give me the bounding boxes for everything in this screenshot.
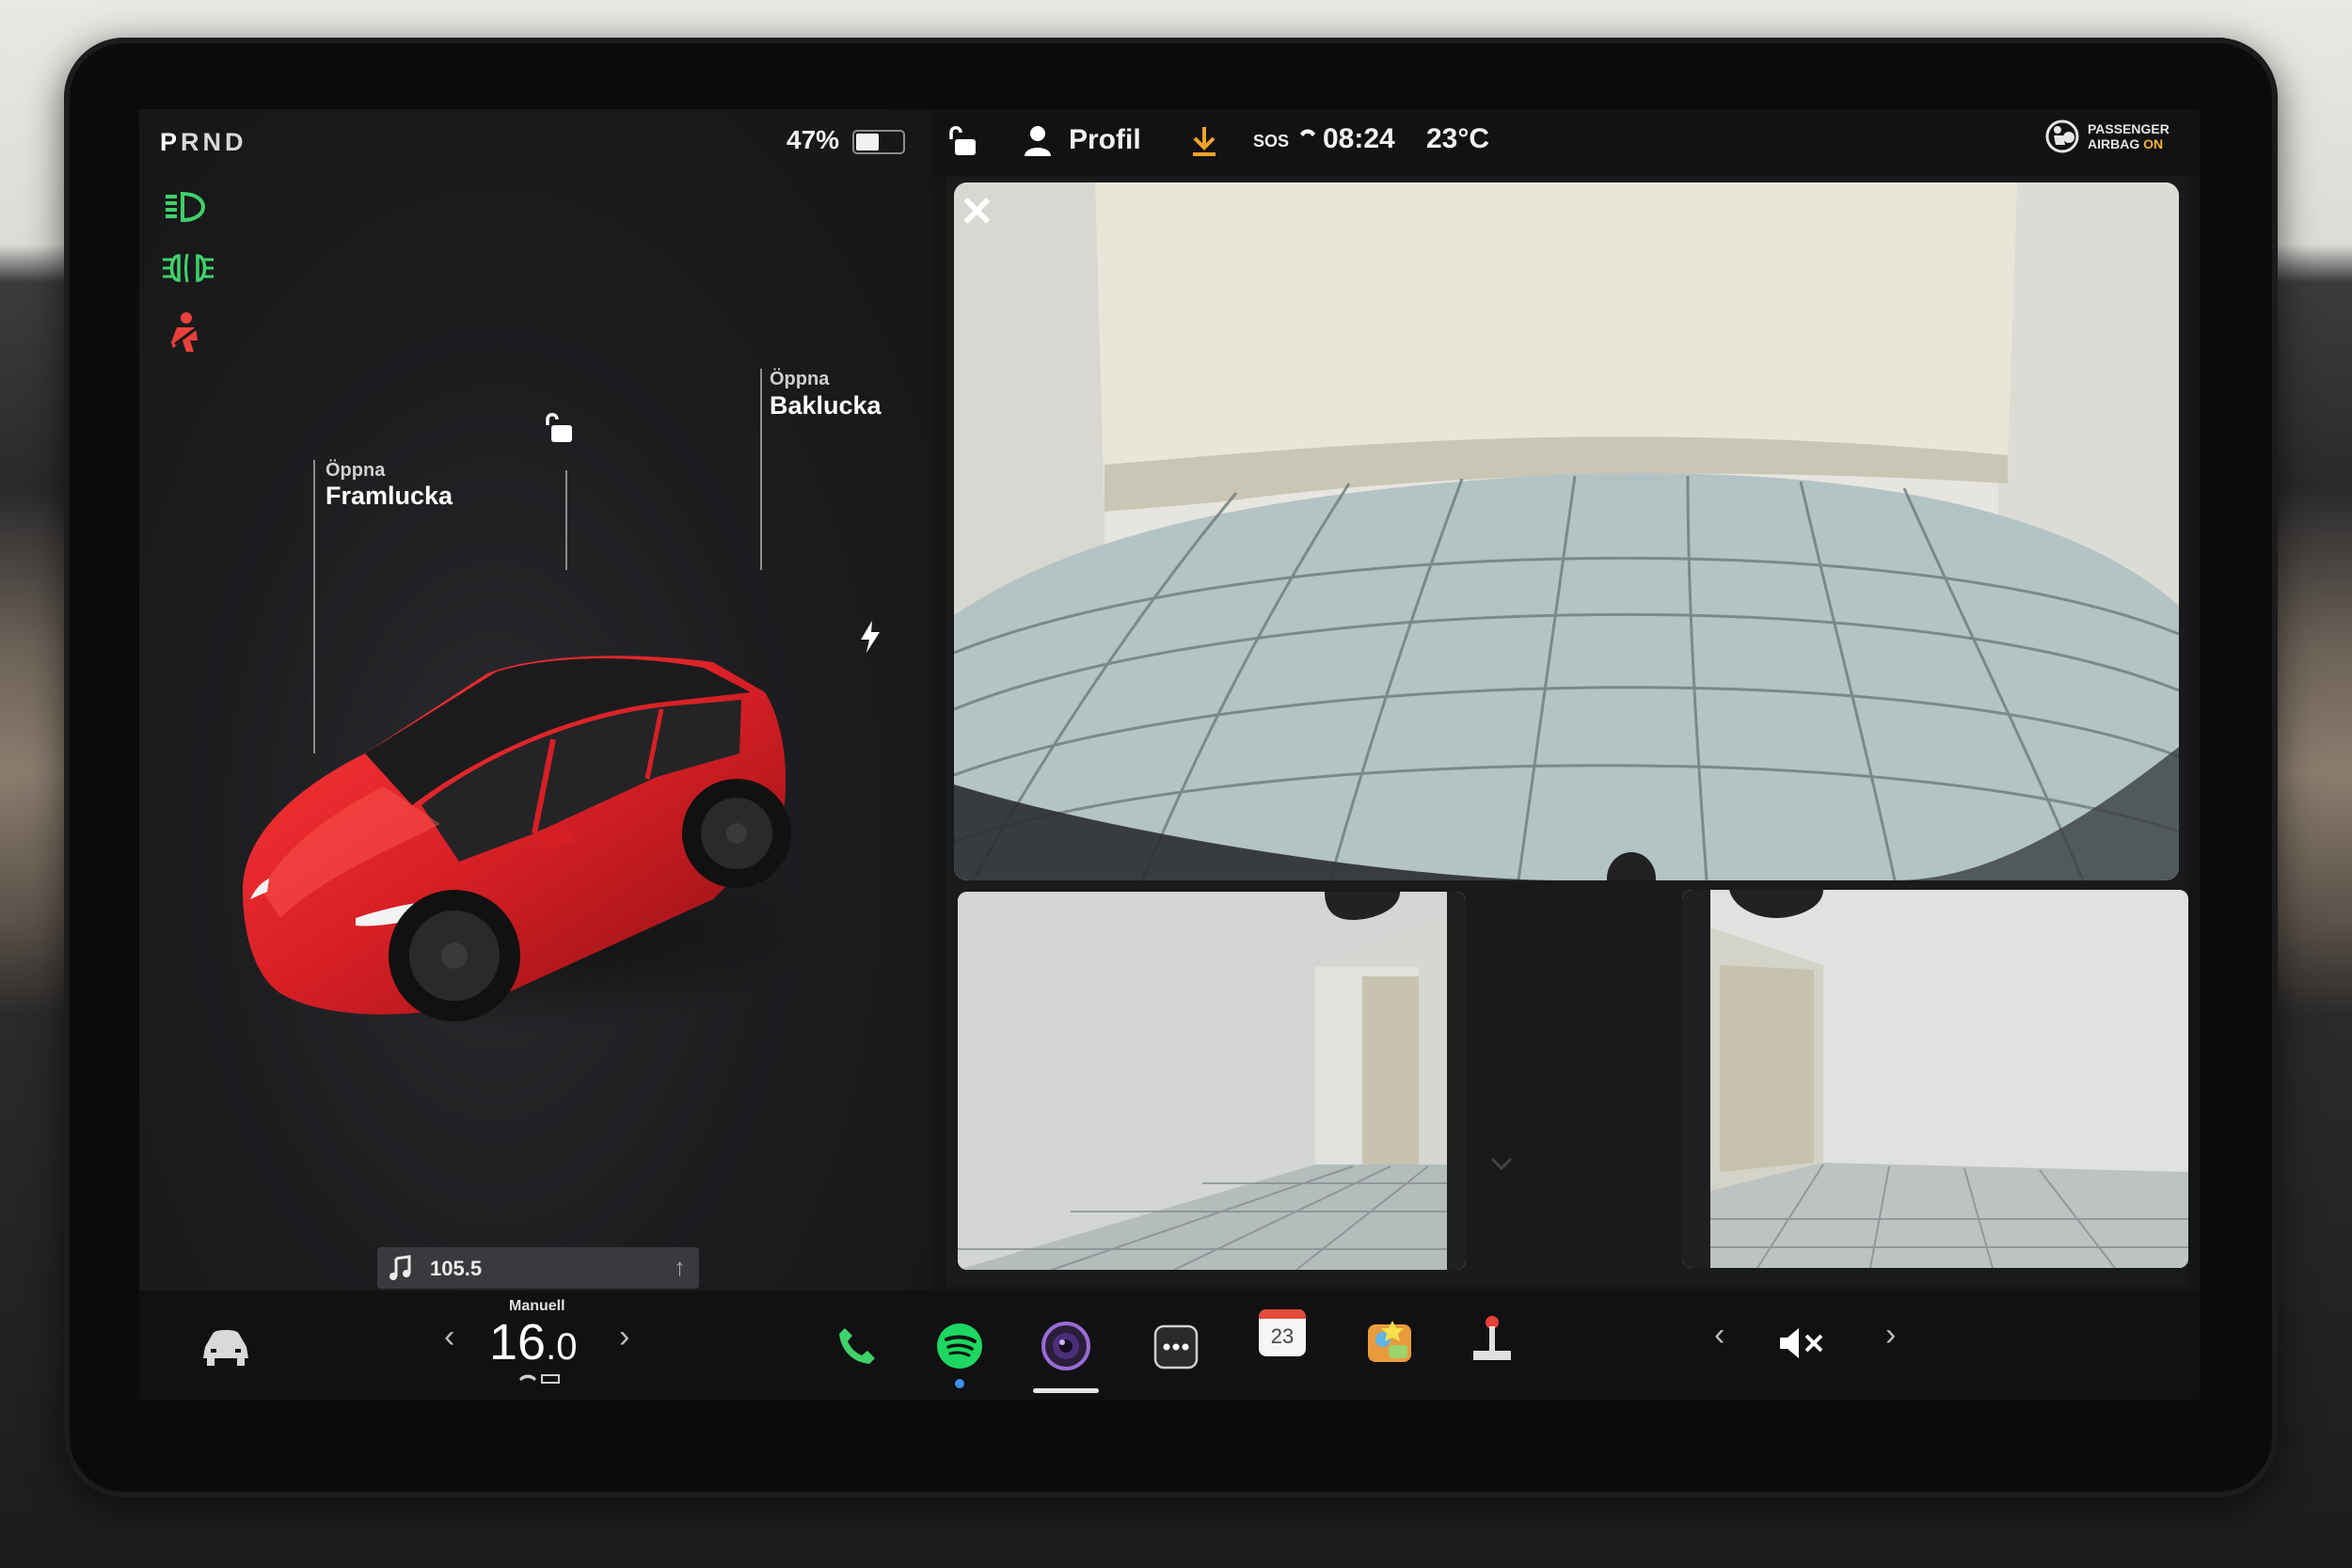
left-repeater-camera-view[interactable]: [958, 892, 1466, 1270]
charge-port-icon[interactable]: [858, 619, 882, 655]
outside-temperature: 23°C: [1426, 123, 1490, 154]
sos-button[interactable]: SOS: [1253, 132, 1289, 151]
toybox-icon[interactable]: [1364, 1315, 1417, 1368]
airbag-line-1: PASSENGER: [2088, 121, 2169, 136]
expand-media-icon[interactable]: ↑: [674, 1253, 686, 1282]
gear-reverse: R: [181, 128, 203, 156]
battery-percent: 47%: [787, 125, 840, 154]
volume-down-chevron[interactable]: ‹: [1714, 1317, 1724, 1354]
chevron-down-icon[interactable]: [1490, 1157, 1513, 1170]
airbag-icon: [2045, 119, 2079, 153]
trunk-open-button[interactable]: Baklucka: [770, 391, 882, 420]
car-status-panel: PRND 47% Öppna Framlucka Öppna Baklucka …: [139, 109, 931, 1291]
battery-level-fill: [856, 134, 880, 150]
cabin-temperature-setpoint[interactable]: 16.0: [489, 1313, 577, 1371]
music-note-icon: [389, 1255, 411, 1280]
camera-app-panel: [946, 177, 2188, 1287]
car-lock-icon[interactable]: [542, 410, 578, 446]
sos-phone-icon: [1300, 129, 1315, 136]
temp-decimal: .0: [546, 1326, 578, 1368]
airbag-line-2: AIRBAG: [2088, 136, 2140, 151]
car-controls-icon[interactable]: [199, 1326, 252, 1368]
spotify-active-indicator: [955, 1379, 964, 1388]
calendar-icon[interactable]: 23: [1259, 1309, 1306, 1356]
camera-icon[interactable]: [1041, 1321, 1091, 1371]
media-player-bar[interactable]: 105.5 ↑: [377, 1247, 699, 1289]
defrost-icons[interactable]: [517, 1371, 561, 1388]
bottom-dock: ‹ Manuell 16.0 › 23 ‹ ›: [139, 1291, 2200, 1400]
headlights-icon: [166, 191, 206, 223]
left-camera-image: [958, 892, 1466, 1270]
temp-decrease-chevron[interactable]: ‹: [444, 1319, 454, 1355]
clock: 08:24: [1323, 123, 1395, 154]
seatbelt-warning-icon: [171, 312, 199, 352]
right-repeater-camera-view[interactable]: [1682, 890, 2188, 1268]
temp-increase-chevron[interactable]: ›: [619, 1319, 629, 1355]
spotify-icon[interactable]: [935, 1322, 984, 1370]
gear-selector: PRND: [160, 128, 247, 157]
calendar-header: [1259, 1309, 1306, 1319]
mute-icon[interactable]: [1776, 1324, 1829, 1362]
profile-button[interactable]: Profil: [1069, 124, 1141, 156]
joystick-icon[interactable]: [1470, 1313, 1515, 1368]
right-camera-image: [1682, 890, 2188, 1268]
gear-neutral: N: [202, 128, 226, 156]
gear-park: P: [160, 128, 182, 156]
camera-active-indicator: [1033, 1388, 1099, 1393]
frunk-action-label: Öppna: [326, 460, 386, 481]
unlock-icon[interactable]: [946, 124, 978, 158]
fog-lights-icon: [163, 253, 214, 283]
trunk-pointer-line: [760, 369, 762, 570]
software-update-download-icon[interactable]: [1189, 124, 1219, 158]
profile-icon[interactable]: [1022, 124, 1054, 158]
phone-icon[interactable]: [835, 1324, 879, 1368]
airbag-state: ON: [2143, 136, 2164, 151]
touchscreen: PRND 47% Öppna Framlucka Öppna Baklucka …: [139, 109, 2200, 1400]
frunk-open-button[interactable]: Framlucka: [326, 482, 453, 511]
rear-camera-view[interactable]: [954, 182, 2179, 880]
radio-frequency: 105.5: [430, 1257, 483, 1280]
battery-icon: [852, 130, 905, 154]
gear-drive: D: [225, 128, 247, 156]
more-icon[interactable]: [1153, 1324, 1199, 1370]
vehicle-illustration[interactable]: [224, 551, 845, 1078]
trunk-action-label: Öppna: [770, 369, 830, 389]
volume-up-chevron[interactable]: ›: [1885, 1317, 1896, 1354]
close-camera-button[interactable]: ✕: [960, 192, 994, 233]
passenger-airbag-status: PASSENGER AIRBAG ON: [2044, 119, 2169, 154]
calendar-day: 23: [1270, 1324, 1295, 1348]
temp-integer: 16: [489, 1314, 547, 1370]
rear-camera-image: [954, 182, 2179, 880]
